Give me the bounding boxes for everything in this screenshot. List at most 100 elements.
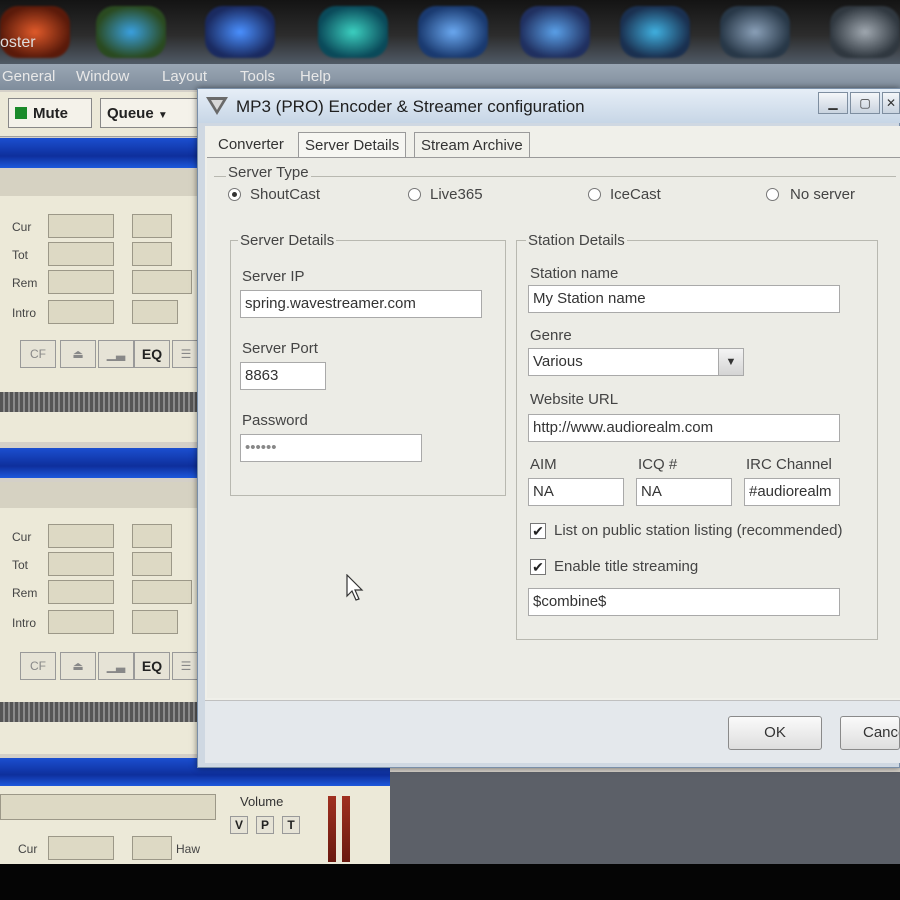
aim-label: AIM: [530, 456, 557, 473]
password-label: Password: [242, 412, 308, 429]
genre-select[interactable]: Various ▼: [528, 348, 744, 376]
minimize-icon: ▁: [828, 96, 838, 110]
title-format-input[interactable]: $combine$: [528, 588, 840, 616]
menu-button[interactable]: ☰: [172, 340, 200, 368]
menu-general[interactable]: General: [2, 68, 55, 85]
radio-shoutcast[interactable]: [228, 188, 241, 201]
deck-row-label: Rem: [12, 586, 38, 600]
server-ip-input[interactable]: spring.wavestreamer.com: [240, 290, 482, 318]
station-name-input[interactable]: My Station name: [528, 285, 840, 313]
crossfade-button[interactable]: CF: [20, 652, 56, 680]
list-public-checkbox[interactable]: ✔: [530, 523, 546, 539]
server-port-label: Server Port: [242, 340, 318, 357]
deck-row-label: Tot: [12, 248, 29, 262]
maximize-icon: ▢: [859, 96, 871, 110]
server-type-label: Server Type: [226, 164, 311, 181]
desktop-app-icon[interactable]: [318, 6, 388, 58]
p-button[interactable]: P: [256, 816, 274, 834]
crossfade-button[interactable]: CF: [20, 340, 56, 368]
chevron-down-icon: ▼: [157, 110, 168, 121]
server-port-input[interactable]: 8863: [240, 362, 326, 390]
eject-button[interactable]: ⏏: [60, 652, 96, 680]
icq-input[interactable]: NA: [636, 478, 732, 506]
maximize-button[interactable]: ▢: [850, 92, 880, 114]
deck-meta-field: [132, 214, 172, 238]
deck-meta-field: [132, 242, 172, 266]
deck-time-field: [48, 242, 114, 266]
checkmark-icon: ✔: [532, 559, 544, 575]
aim-input[interactable]: NA: [528, 478, 624, 506]
eject-button[interactable]: ⏏: [60, 340, 96, 368]
eq-button[interactable]: EQ: [134, 652, 170, 680]
station-details-label: Station Details: [526, 232, 627, 249]
website-url-input[interactable]: http://www.audiorealm.com: [528, 414, 840, 442]
deck-time-field: [48, 610, 114, 634]
desktop-app-icon[interactable]: [830, 6, 900, 58]
station-name-label: Station name: [530, 265, 619, 282]
deck-row-label: Rem: [12, 276, 38, 290]
menu-icon: ☰: [180, 659, 192, 673]
ok-button[interactable]: OK: [728, 716, 822, 750]
irc-channel-label: IRC Channel: [746, 456, 832, 473]
level-icon: ▁▃: [106, 347, 126, 361]
level-button[interactable]: ▁▃: [98, 652, 134, 680]
radio-no-server[interactable]: [766, 188, 779, 201]
host-toolbar: Mute Queue ▼: [0, 92, 200, 137]
desktop-app-icon[interactable]: [418, 6, 488, 58]
queue-button[interactable]: Queue ▼: [100, 98, 198, 128]
menu-layout[interactable]: Layout: [162, 68, 207, 85]
menu-tools[interactable]: Tools: [240, 68, 275, 85]
tab-converter[interactable]: Converter: [212, 132, 290, 158]
radio-live365[interactable]: [408, 188, 421, 201]
queue-button-label: Queue: [107, 105, 154, 122]
close-button[interactable]: ✕: [882, 92, 900, 114]
eq-button[interactable]: EQ: [134, 340, 170, 368]
mute-button-label: Mute: [33, 105, 68, 122]
menu-help[interactable]: Help: [300, 68, 331, 85]
genre-label: Genre: [530, 327, 572, 344]
eject-icon: ⏏: [72, 659, 84, 673]
minimize-button[interactable]: ▁: [818, 92, 848, 114]
icq-label: ICQ #: [638, 456, 678, 473]
deck-2-titlebar: [0, 448, 200, 478]
tab-stream-archive[interactable]: Stream Archive: [414, 132, 530, 158]
menu-button[interactable]: ☰: [172, 652, 200, 680]
cancel-button[interactable]: Cancel: [840, 716, 900, 750]
bottom-row-right-label: Haw: [176, 842, 201, 856]
title-streaming-checkbox[interactable]: ✔: [530, 559, 546, 575]
desktop-app-icon[interactable]: [205, 6, 275, 58]
desktop-app-icon[interactable]: [620, 6, 690, 58]
deck-time-field: [48, 580, 114, 604]
chevron-down-icon[interactable]: ▼: [718, 349, 743, 375]
irc-channel-input[interactable]: #audiorealm: [744, 478, 840, 506]
deck-meta-field: [132, 580, 192, 604]
tab-server-details[interactable]: Server Details: [298, 132, 407, 158]
desktop-app-icon[interactable]: [520, 6, 590, 58]
deck-2-seek-bar[interactable]: [0, 702, 200, 722]
bottom-time-field: [48, 836, 114, 860]
password-input[interactable]: ••••••: [240, 434, 422, 462]
deck-1-titlebar: [0, 138, 200, 168]
menu-window[interactable]: Window: [76, 68, 129, 85]
t-button[interactable]: T: [282, 816, 300, 834]
radio-shoutcast-label: ShoutCast: [250, 186, 321, 203]
deck-1-seek-bar[interactable]: [0, 392, 200, 412]
level-button[interactable]: ▁▃: [98, 340, 134, 368]
radio-no-server-label: No server: [790, 186, 856, 203]
mute-button[interactable]: Mute: [8, 98, 92, 128]
desktop-app-icon[interactable]: [96, 6, 166, 58]
deck-row-label: Intro: [12, 306, 37, 320]
volume-meter-right: [342, 796, 350, 862]
deck-time-field: [48, 524, 114, 548]
deck-meta-field: [132, 552, 172, 576]
eject-icon: ⏏: [72, 347, 84, 361]
desktop-app-icon[interactable]: [720, 6, 790, 58]
radio-live365-label: Live365: [430, 186, 483, 203]
deck-meta-field: [132, 300, 178, 324]
list-public-label: List on public station listing (recommen…: [554, 522, 843, 539]
desktop-icon-strip: oster: [0, 0, 900, 64]
dialog-title: MP3 (PRO) Encoder & Streamer configurati…: [236, 97, 585, 116]
v-button[interactable]: V: [230, 816, 248, 834]
volume-meter-left: [328, 796, 336, 862]
radio-icecast[interactable]: [588, 188, 601, 201]
